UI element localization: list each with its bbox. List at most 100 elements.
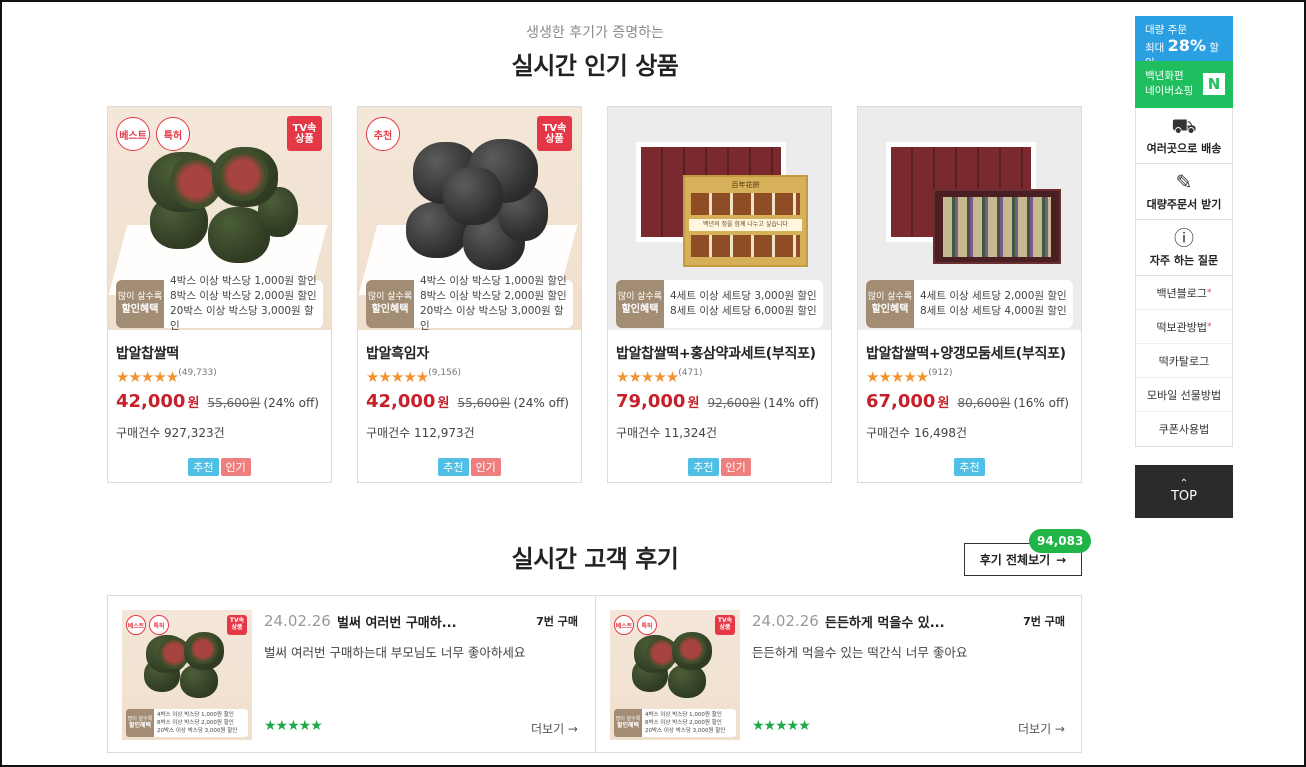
rating-stars: ★★★★★(471) [616, 368, 703, 386]
promo-tag: 많이 살수록 할인혜택 [116, 280, 164, 328]
product-card[interactable]: 많이 살수록 할인혜택 4세트 이상 세트당 2,000원 할인 8세트 이상 세… [857, 106, 1082, 483]
truck-icon: ⛟ [1171, 114, 1197, 138]
tv-badge: TV속 상품 [537, 116, 572, 151]
current-price: 42,000 [116, 391, 186, 412]
price-row: 79,000 원 92,600원 (14% off) [616, 391, 819, 412]
purchase-count: 구매건수 11,324건 [616, 426, 718, 440]
rating-count: (9,156) [428, 368, 462, 378]
sidebar-link-catalog[interactable]: 떡카탈로그 [1136, 344, 1232, 378]
original-price: 55,600원 [207, 396, 261, 410]
promo-box: 많이 살수록 할인혜택 4세트 이상 세트당 3,000원 할인 8세트 이상 세… [616, 280, 823, 328]
recommend-badge: 추천 [366, 117, 400, 151]
document-icon: ✎ [1175, 170, 1193, 194]
review-item[interactable]: 베스트 특허 TV속 상품 많이 살수록 할인혜택 4박스 이상 박스당 1,00… [595, 596, 1081, 752]
promo-tag: 많이 살수록 할인혜택 [866, 280, 914, 328]
original-price: 80,600원 [957, 396, 1011, 410]
patent-badge: 특허 [637, 615, 657, 635]
discount-rate: (14% off) [763, 396, 819, 410]
sidebar-link-storage[interactable]: 떡보관방법 * [1136, 310, 1232, 344]
purchase-times: 7번 구매 [1023, 615, 1065, 628]
sidebar-link-coupon[interactable]: 쿠폰사용법 [1136, 412, 1232, 446]
product-image[interactable]: 많이 살수록 할인혜택 4세트 이상 세트당 2,000원 할인 8세트 이상 세… [858, 107, 1081, 330]
product-name[interactable]: 밥알찹쌀떡+홍삼약과세트(부직포) [616, 343, 816, 363]
more-link[interactable]: 더보기 → [531, 720, 578, 737]
sidebar-link-blog[interactable]: 백년블로그 * [1136, 276, 1232, 310]
naver-shopping-banner[interactable]: 백년화편 네이버쇼핑 N [1135, 61, 1233, 108]
section-title: 실시간 인기 상품 [511, 52, 679, 80]
discount-rate: (24% off) [513, 396, 569, 410]
promo-line: 4박스 이상 박스당 1,000원 할인 [170, 275, 317, 287]
product-card[interactable]: 추천 TV속 상품 많이 살수록 할인혜택 4박스 이상 박스당 1,000원 할… [357, 106, 582, 483]
review-item[interactable]: 베스트 특허 TV속 상품 많이 살수록 할인혜택 4박스 이상 박스당 1,00… [108, 596, 594, 752]
popular-tag: 인기 [720, 458, 751, 476]
sidebar-link-mobile-gift[interactable]: 모바일 선물방법 [1136, 378, 1232, 412]
promo-tag: 많이 살수록 할인혜택 [614, 709, 642, 737]
purchase-count: 구매건수 927,323건 [116, 426, 225, 440]
promo-tag: 많이 살수록 할인혜택 [126, 709, 154, 737]
product-name[interactable]: 밥알찹쌀떡 [116, 343, 179, 363]
patent-badge: 특허 [149, 615, 169, 635]
reviews-list: 베스트 특허 TV속 상품 많이 살수록 할인혜택 4박스 이상 박스당 1,00… [107, 595, 1082, 753]
question-icon: ⓘ [1174, 226, 1194, 250]
review-body: 벌써 여러번 구매하는대 부모님도 너무 좋아하세요 [264, 645, 526, 660]
price-row: 42,000 원 55,600원 (24% off) [366, 391, 569, 412]
rating-stars: ★★★★★(912) [866, 368, 953, 386]
price-row: 67,000 원 80,600원 (16% off) [866, 391, 1069, 412]
best-badge: 베스트 [126, 615, 146, 635]
section-subtitle: 생생한 후기가 증명하는 [526, 25, 664, 41]
review-date: 24.02.26 [752, 612, 819, 630]
bulk-order-form-button[interactable]: ✎ 대량주문서 받기 [1136, 164, 1232, 220]
scroll-top-button[interactable]: ⌃ TOP [1135, 465, 1233, 518]
promo-line: 8박스 이상 박스당 2,000원 할인 [420, 290, 567, 302]
promo-box: 많이 살수록 할인혜택 4박스 이상 박스당 1,000원 할인 8박스 이상 박… [366, 275, 573, 330]
review-count-badge: 94,083 [1029, 529, 1092, 553]
product-image[interactable]: 추천 TV속 상품 많이 살수록 할인혜택 4박스 이상 박스당 1,000원 할… [358, 107, 581, 330]
review-stars: ★★★★★ [752, 718, 811, 734]
discount-rate: (24% off) [263, 396, 319, 410]
review-thumbnail[interactable]: 베스트 특허 TV속 상품 많이 살수록 할인혜택 4박스 이상 박스당 1,00… [610, 610, 740, 740]
promo-line: 4세트 이상 세트당 2,000원 할인 [920, 290, 1067, 302]
review-thumbnail[interactable]: 베스트 특허 TV속 상품 많이 살수록 할인혜택 4박스 이상 박스당 1,00… [122, 610, 252, 740]
patent-badge: 특허 [156, 117, 190, 151]
promo-line: 8박스 이상 박스당 2,000원 할인 [170, 290, 317, 302]
multi-address-delivery-button[interactable]: ⛟ 여러곳으로 배송 [1136, 108, 1232, 164]
review-headline[interactable]: 든든하게 먹을수 있... [825, 612, 945, 631]
product-name[interactable]: 밥알찹쌀떡+양갱모둠세트(부직포) [866, 343, 1066, 363]
product-card[interactable]: 百年花餅 백년의 정을 함께 나누고 싶습니다 많이 살수록 할인혜택 4세트 이… [607, 106, 832, 483]
rating-stars: ★★★★★(9,156) [366, 368, 462, 386]
more-link[interactable]: 더보기 → [1018, 720, 1065, 737]
current-price: 67,000 [866, 391, 936, 412]
bulk-order-banner[interactable]: 대량 주문 최대 28% 할인 [1135, 16, 1233, 69]
review-headline[interactable]: 벌써 여러번 구매하... [337, 612, 457, 631]
promo-box: 많이 살수록 할인혜택 4세트 이상 세트당 2,000원 할인 8세트 이상 세… [866, 280, 1073, 328]
naver-logo-icon: N [1203, 73, 1225, 95]
gift-box-message: 백년의 정을 함께 나누고 싶습니다 [689, 219, 802, 231]
review-body: 든든하게 먹을수 있는 떡간식 너무 좋아요 [752, 645, 968, 660]
popular-tag: 인기 [220, 458, 251, 476]
purchase-count: 구매건수 16,498건 [866, 426, 968, 440]
review-stars: ★★★★★ [264, 718, 323, 734]
promo-box: 많이 살수록 할인혜택 4박스 이상 박스당 1,000원 할인 8박스 이상 박… [116, 275, 323, 330]
product-image[interactable]: 百年花餅 백년의 정을 함께 나누고 싶습니다 많이 살수록 할인혜택 4세트 이… [608, 107, 831, 330]
current-price: 42,000 [366, 391, 436, 412]
promo-line: 8세트 이상 세트당 6,000원 할인 [670, 305, 817, 317]
promo-tag: 많이 살수록 할인혜택 [366, 280, 414, 328]
product-image[interactable]: 베스트 특허 TV속 상품 많이 살수록 할인혜택 4박스 이상 박스당 1,00… [108, 107, 331, 330]
original-price: 92,600원 [707, 396, 761, 410]
current-price: 79,000 [616, 391, 686, 412]
rating-count: (49,733) [178, 368, 217, 378]
rating-count: (471) [678, 368, 703, 378]
rating-stars: ★★★★★(49,733) [116, 368, 217, 386]
recommend-tag: 추천 [188, 458, 219, 476]
quick-sidebar: 대량 주문 최대 28% 할인 백년화편 네이버쇼핑 N ⛟ 여러곳으로 배송 … [1135, 16, 1233, 447]
tv-badge: TV속 상품 [287, 116, 322, 151]
promo-box: 많이 살수록 할인혜택 4박스 이상 박스당 1,000원 할인 8박스 이상 박… [126, 709, 248, 737]
discount-rate: (16% off) [1013, 396, 1069, 410]
recommend-tag: 추천 [688, 458, 719, 476]
price-row: 42,000 원 55,600원 (24% off) [116, 391, 319, 412]
tv-badge: TV속 상품 [227, 615, 247, 635]
product-name[interactable]: 밥알흑임자 [366, 343, 429, 363]
product-card[interactable]: 베스트 특허 TV속 상품 많이 살수록 할인혜택 4박스 이상 박스당 1,00… [107, 106, 332, 483]
faq-button[interactable]: ⓘ 자주 하는 질문 [1136, 220, 1232, 276]
recommend-tag: 추천 [954, 458, 985, 476]
